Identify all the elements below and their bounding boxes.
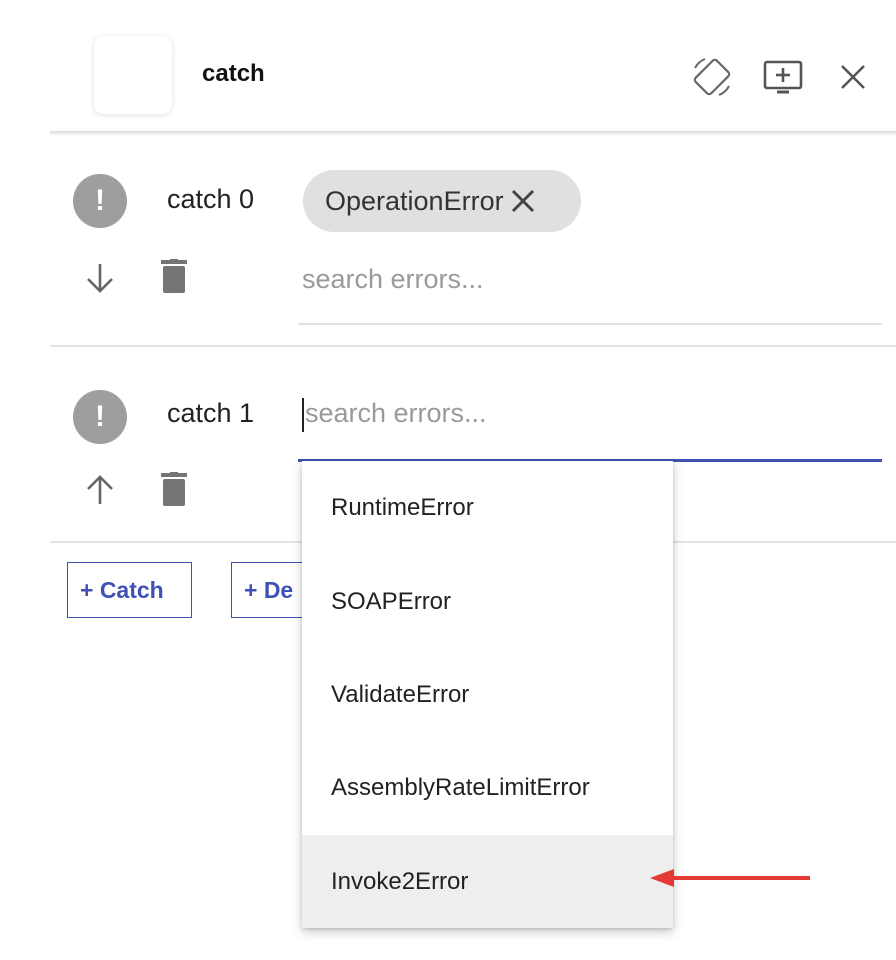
search-input[interactable]: search errors... [302,264,484,295]
add-to-screen-icon[interactable] [760,54,806,100]
dropdown-option[interactable]: RuntimeError [302,461,673,554]
add-catch-button[interactable]: + Catch [67,562,192,618]
chip-remove-icon[interactable] [508,186,538,216]
error-chip: OperationError [303,170,581,232]
error-chip-label: OperationError [325,185,504,216]
search-underline [298,323,882,325]
warning-icon: ! [73,174,127,228]
annotation-arrow-icon [650,869,810,887]
arrow-down-icon[interactable] [83,261,117,295]
trash-icon[interactable] [161,472,187,506]
warning-icon: ! [73,390,127,444]
dropdown-option-highlighted[interactable]: Invoke2Error [302,835,673,928]
arrow-up-icon[interactable] [83,473,117,507]
dropdown-option[interactable]: AssemblyRateLimitError [302,741,673,834]
dropdown-option[interactable]: ValidateError [302,648,673,741]
row-divider [50,345,896,347]
close-icon[interactable] [830,54,876,100]
app-logo [94,36,172,114]
catch-label: catch 0 [167,184,255,214]
error-dropdown: RuntimeError SOAPError ValidateError Ass… [302,461,673,928]
text-caret [302,398,304,432]
rotate-icon[interactable] [689,54,735,100]
page-title: catch [202,60,265,87]
header-divider [50,131,896,136]
dropdown-option[interactable]: SOAPError [302,555,673,648]
search-input[interactable]: search errors... [305,398,487,429]
trash-icon[interactable] [161,259,187,293]
catch-label: catch 1 [167,398,255,428]
